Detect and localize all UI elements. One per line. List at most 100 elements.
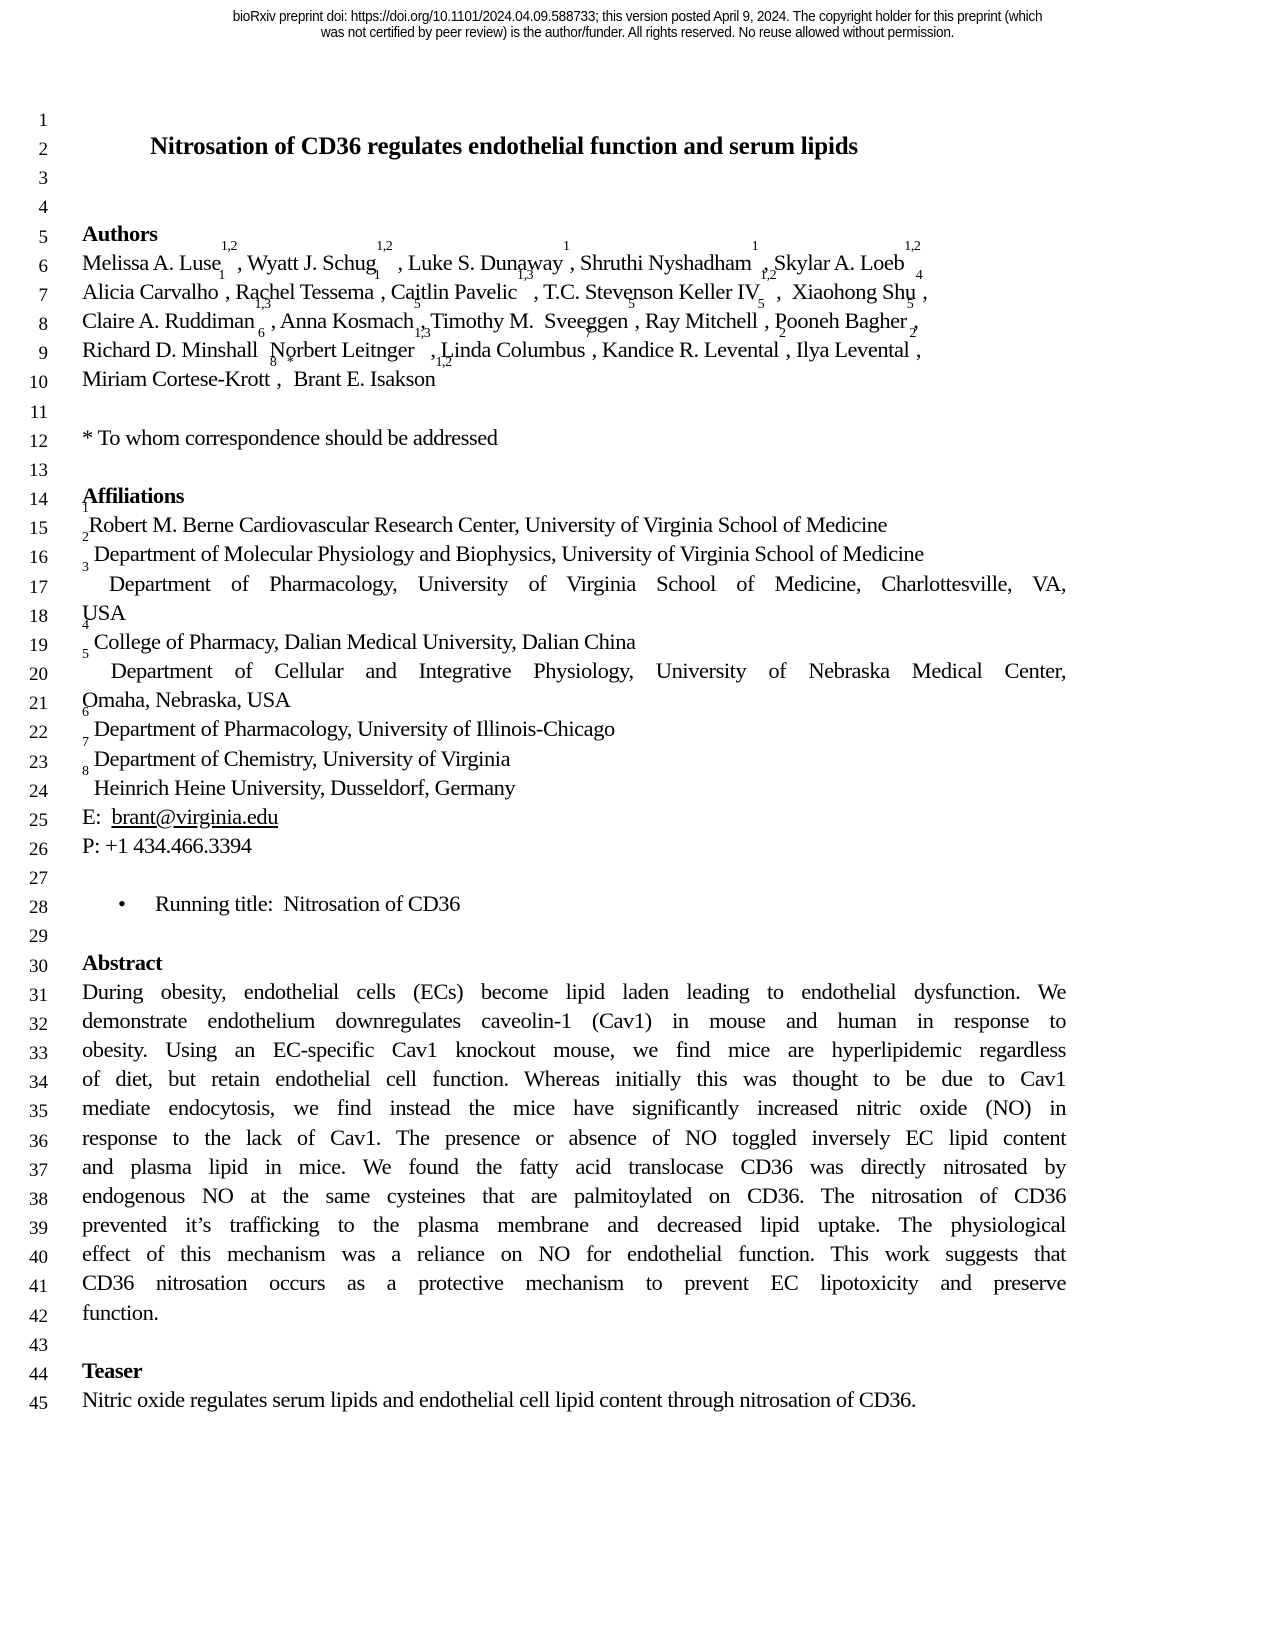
abstract-line: response to the lack of Cav1. The presen… [82,1124,1066,1150]
line-number: 32 [29,1013,48,1035]
line-number: 35 [29,1101,48,1123]
line-number: 33 [29,1043,48,1065]
author-name: , Kandice R. Levental [591,337,780,363]
author-name: , Rachel Tessema [224,278,374,304]
author-line: Richard D. Minshall6 Norbert Leitnger1,3… [82,327,1066,363]
affiliation-item: 5 Department of Cellular and Integrative… [82,648,1066,684]
author-name: , Skylar A. Loeb [758,249,905,275]
author-name: , Luke S. Dunaway [392,249,564,275]
line-number: 43 [29,1334,48,1356]
line-number: 9 [38,343,49,365]
author-affiliation-sup: 1,2 [435,355,452,371]
teaser-heading: Teaser [82,1357,143,1383]
line-number: 22 [29,722,48,744]
author-affiliation-sup: 1 [373,267,381,283]
author-affiliation-sup: 5 [413,297,421,313]
affiliation-item: 6 Department of Pharmacology, University… [82,706,1066,742]
line-number: 40 [29,1247,48,1269]
affiliation-item: 2 Department of Molecular Physiology and… [82,531,1066,567]
author-name: , Anna Kosmach [270,308,415,334]
line-number: 16 [29,547,48,569]
affiliation-sup: 7 [82,734,89,750]
author-name: Melissa A. Luse [82,249,221,275]
author-name: , [915,337,922,363]
abstract-line: of diet, but retain endothelial cell fun… [82,1066,1066,1092]
affiliation-sup: 4 [82,617,89,633]
line-number: 3 [38,168,49,190]
abstract-line: prevented it’s trafficking to the plasma… [82,1212,1066,1238]
author-affiliation-sup: 1,2 [220,238,238,254]
affiliation-text: Omaha, Nebraska, USA [82,687,291,713]
preprint-banner: bioRxiv preprint doi: https://doi.org/10… [38,9,1237,41]
email-link[interactable]: brant@virginia.edu [111,804,278,829]
author-affiliation-sup: 5 [757,297,765,313]
line-number: 39 [29,1218,48,1240]
line-number: 21 [29,693,48,715]
affiliation-item: 8 Heinrich Heine University, Dusseldorf,… [82,764,1066,801]
line-number: 17 [29,576,48,598]
affiliation-item: 1Robert M. Berne Cardiovascular Research… [82,502,1066,538]
abstract-heading: Abstract [82,949,163,975]
author-name: Richard D. Minshall [82,337,258,363]
affiliation-item: 3 Department of Pharmacology, University… [82,560,1067,597]
line-number: 7 [38,284,49,306]
abstract-line: During obesity, endothelial cells (ECs) … [82,978,1066,1004]
line-number: 38 [29,1188,48,1210]
line-number: 31 [29,984,48,1006]
line-number: 14 [29,489,48,511]
line-number: 18 [29,605,48,627]
author-affiliation-sup: 5 [906,297,914,313]
line-number: 12 [29,430,48,452]
author-affiliation-sup: 1,2 [904,238,921,254]
line-number: 30 [29,955,48,977]
line-number: 1 [38,110,49,131]
author-name: Claire A. Ruddiman [82,308,255,334]
author-affiliation-sup: 1,2 [376,238,393,254]
line-number: 10 [29,372,48,394]
abstract-line: effect of this mechanism was a reliance … [82,1241,1066,1267]
affiliation-sup: 1 [82,501,89,517]
abstract-line: function. [82,1299,159,1325]
affiliation-sup: 8 [82,763,89,779]
author-line: Miriam Cortese-Krott8, *Brant E. Isakson… [82,356,1066,392]
banner-line-2: was not certified by peer review) is the… [320,24,955,41]
author-affiliation-sup: 1 [218,267,225,283]
line-number: 5 [38,226,49,248]
author-affiliation-sup: 6 [257,326,265,342]
line-number: 20 [29,664,48,686]
running-title: Running title: Nitrosation of CD36 [155,891,460,917]
line-number: 8 [38,314,49,336]
line-number: 27 [29,868,48,890]
author-affiliation-sup: 5 [627,297,635,313]
affiliation-item: 7 Department of Chemistry, University of… [82,735,1066,772]
author-name: Miriam Cortese-Krott [82,366,270,392]
bullet-icon: • [118,891,126,917]
line-number: 28 [29,897,48,919]
line-number: 2 [38,139,49,161]
line-number: 4 [38,197,49,219]
line-number: 36 [29,1130,48,1152]
abstract-line: CD36 nitrosation occurs as a protective … [82,1270,1066,1296]
affiliation-text: Department of Molecular Physiology and B… [88,541,924,567]
author-affiliation-sup: 1,3 [254,297,272,313]
affiliation-item: 4 College of Pharmacy, Dalian Medical Un… [82,618,1066,655]
line-number: 42 [29,1305,48,1327]
author-affiliation-sup: 1,3 [517,267,534,283]
author-name: , [922,278,928,304]
author-name: , Linda Columbus [430,337,586,363]
affiliation-sup: 3 [82,559,89,575]
author-name: , [276,366,287,392]
abstract-line: and plasma lipid in mice. We found the f… [82,1153,1066,1179]
author-affiliation-sup: * [286,355,294,371]
line-number: 19 [29,634,48,656]
author-affiliation-sup: 8 [269,355,277,371]
affiliation-text: Department of Pharmacology, University o… [88,570,1067,596]
affiliation-text: Heinrich Heine University, Dusseldorf, G… [88,774,516,800]
author-name: , Wyatt J. Schug [237,249,377,275]
contact-phone: P: +1 434.466.3394 [82,833,252,858]
email-label: E: [82,803,112,829]
author-name: , Xiaohong Shu [776,278,916,304]
correspondence-note: * To whom correspondence should be addre… [82,424,498,450]
contact-email: E: brant@virginia.edu [82,804,1066,830]
line-number: 13 [29,459,48,481]
